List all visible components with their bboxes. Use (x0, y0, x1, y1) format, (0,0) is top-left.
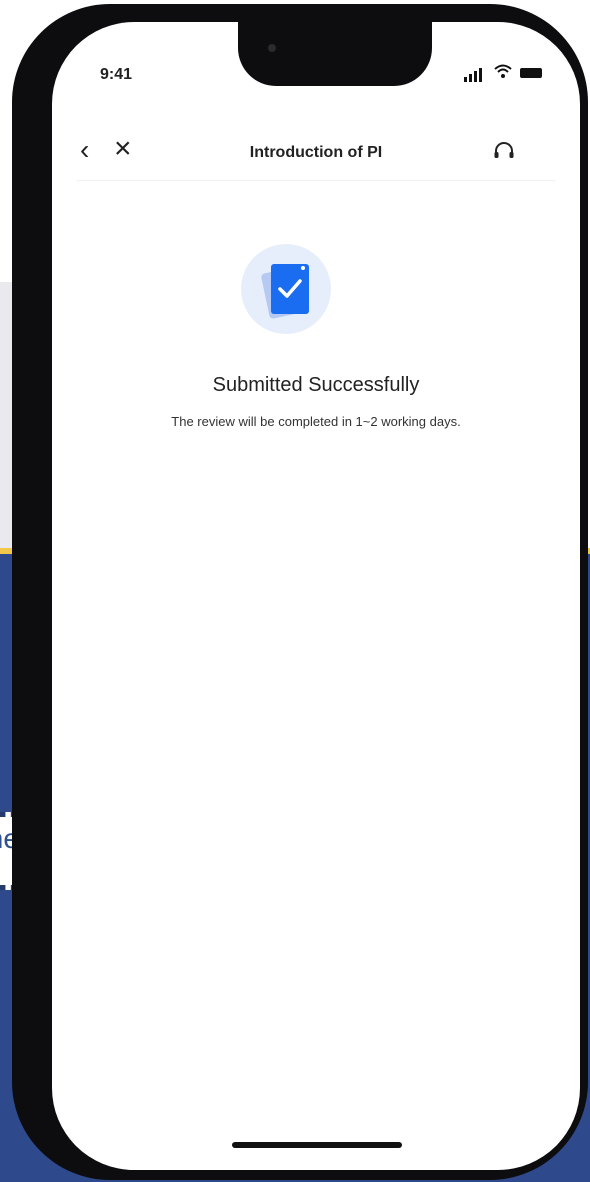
document-front-shape (271, 264, 309, 314)
sparkle-icon (301, 266, 305, 270)
document-check-icon (241, 244, 331, 334)
phone-notch (238, 22, 432, 86)
annotation-text-line2: x. (0, 863, 2, 895)
status-icons (464, 62, 554, 82)
headset-icon[interactable] (492, 140, 516, 164)
home-indicator[interactable] (232, 1142, 402, 1148)
navbar-divider (76, 180, 556, 181)
battery-icon (520, 68, 542, 78)
status-time: 9:41 (100, 66, 133, 83)
success-title: Submitted Successfully (212, 374, 420, 396)
success-subtitle: The review will be completed in 1~2 work… (171, 414, 461, 429)
phone-frame: 9:41 ‹ × Introduction of PI Submitted Su… (12, 4, 588, 1180)
checkmark-icon (278, 279, 302, 298)
top-navbar: ‹ × Introduction of PI (52, 132, 580, 176)
camera-icon (268, 44, 276, 52)
phone-screen: 9:41 ‹ × Introduction of PI Submitted Su… (52, 22, 580, 1170)
wifi-icon (494, 64, 512, 78)
